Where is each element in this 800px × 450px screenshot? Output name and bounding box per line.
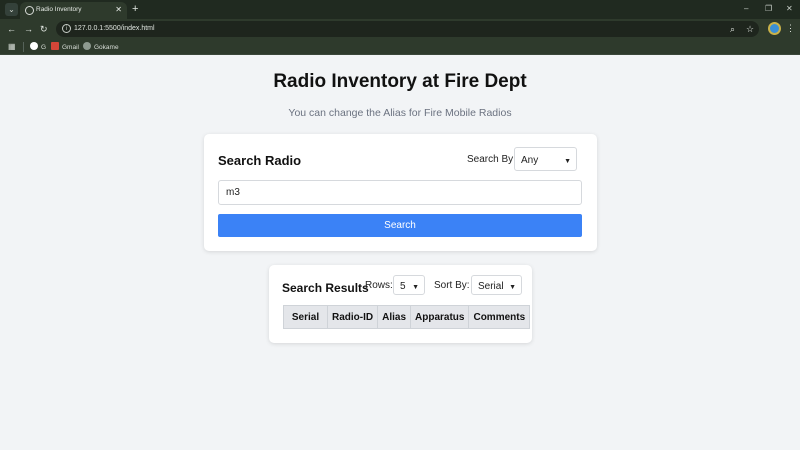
site-info-icon[interactable]: i [62, 24, 71, 33]
url-text: 127.0.0.1:5500/index.html [74, 25, 155, 32]
search-by-label: Search By: [467, 154, 516, 165]
tab-title: Radio Inventory [36, 6, 82, 13]
globe-icon [25, 6, 34, 15]
bookmarks-separator [23, 42, 24, 52]
browser-menu-icon[interactable]: ⋮ [786, 22, 795, 34]
table-header-row: Serial Radio-ID Alias Apparatus Comments [283, 305, 531, 329]
browser-tab-bar: ⌄ Radio Inventory ✕ + – ❐ ✕ [0, 0, 800, 19]
browser-tab[interactable]: Radio Inventory ✕ [20, 2, 127, 19]
column-header-alias[interactable]: Alias [377, 305, 412, 329]
results-heading: Search Results [282, 281, 369, 295]
profile-avatar-icon[interactable] [768, 22, 781, 35]
back-icon[interactable]: ← [7, 23, 16, 35]
google-icon [30, 42, 38, 50]
bookmark-gmail[interactable]: Gmail [51, 42, 79, 53]
bookmark-gokame[interactable]: Gokame [83, 42, 119, 53]
browser-toolbar: ← → ↻ i 127.0.0.1:5500/index.html ⌕ ☆ ⋮ [0, 19, 800, 39]
new-tab-icon[interactable]: + [132, 2, 138, 16]
column-header-radio-id[interactable]: Radio-ID [326, 305, 379, 329]
chevron-down-icon: ▼ [509, 284, 516, 291]
bookmark-google[interactable]: G [30, 42, 46, 53]
page-title: Radio Inventory at Fire Dept [273, 71, 527, 92]
chevron-down-icon: ▼ [564, 158, 571, 165]
tab-search-icon[interactable]: ⌄ [5, 3, 18, 16]
search-input[interactable] [218, 180, 582, 205]
rows-select[interactable]: 5 ▼ [393, 275, 425, 295]
search-card: Search Radio Search By: Any ▼ Search [204, 134, 597, 251]
chevron-down-icon: ▼ [412, 284, 419, 291]
rows-value: 5 [400, 281, 406, 292]
sort-label: Sort By: [434, 280, 470, 291]
rows-label: Rows: [365, 280, 393, 291]
bookmark-star-icon[interactable]: ☆ [746, 23, 754, 35]
results-card: Search Results Rows: 5 ▼ Sort By: Serial… [269, 265, 532, 343]
bookmark-icon [83, 42, 91, 50]
gmail-icon [51, 42, 59, 50]
window-close-icon[interactable]: ✕ [786, 3, 793, 15]
search-by-value: Any [521, 155, 539, 166]
sort-select[interactable]: Serial ▼ [471, 275, 522, 295]
sort-value: Serial [478, 281, 504, 292]
column-header-serial[interactable]: Serial [283, 305, 328, 329]
column-header-comments[interactable]: Comments [468, 305, 531, 329]
minimize-icon[interactable]: – [744, 3, 748, 15]
reload-icon[interactable]: ↻ [40, 23, 48, 35]
column-header-apparatus[interactable]: Apparatus [410, 305, 470, 329]
zoom-icon[interactable]: ⌕ [730, 23, 735, 35]
restore-icon[interactable]: ❐ [765, 3, 772, 15]
search-by-select[interactable]: Any ▼ [514, 147, 577, 171]
bookmarks-bar: ▦ G Gmail Gokame [0, 39, 800, 55]
search-button[interactable]: Search [218, 214, 582, 237]
results-table: Serial Radio-ID Alias Apparatus Comments [283, 305, 531, 329]
forward-icon[interactable]: → [24, 23, 33, 35]
search-heading: Search Radio [218, 153, 302, 168]
apps-grid-icon[interactable]: ▦ [8, 42, 16, 52]
page-subtitle: You can change the Alias for Fire Mobile… [288, 107, 512, 119]
close-tab-icon[interactable]: ✕ [115, 5, 122, 15]
address-bar[interactable]: i 127.0.0.1:5500/index.html ⌕ ☆ [56, 21, 759, 37]
